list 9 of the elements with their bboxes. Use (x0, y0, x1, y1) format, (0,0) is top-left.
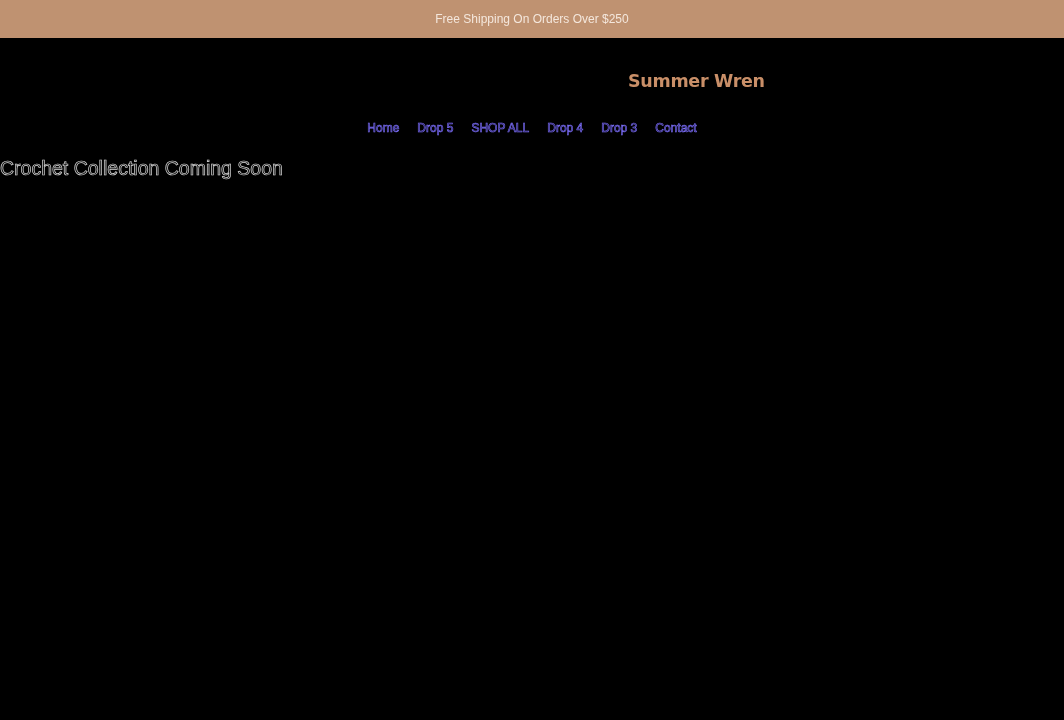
nav-link[interactable]: Drop 4 (547, 119, 584, 137)
store-logo[interactable]: Summer Wren (628, 67, 765, 95)
nav-link[interactable]: Home (367, 119, 400, 137)
page-heading: Crochet Collection Coming Soon (0, 156, 284, 181)
nav-link[interactable]: Drop 5 (417, 119, 454, 137)
nav-link[interactable]: Drop 3 (601, 119, 638, 137)
announcement-text: Free Shipping On Orders Over $250 (435, 11, 629, 28)
nav-link[interactable]: SHOP ALL (471, 119, 530, 137)
nav-link[interactable]: Contact (655, 119, 697, 137)
